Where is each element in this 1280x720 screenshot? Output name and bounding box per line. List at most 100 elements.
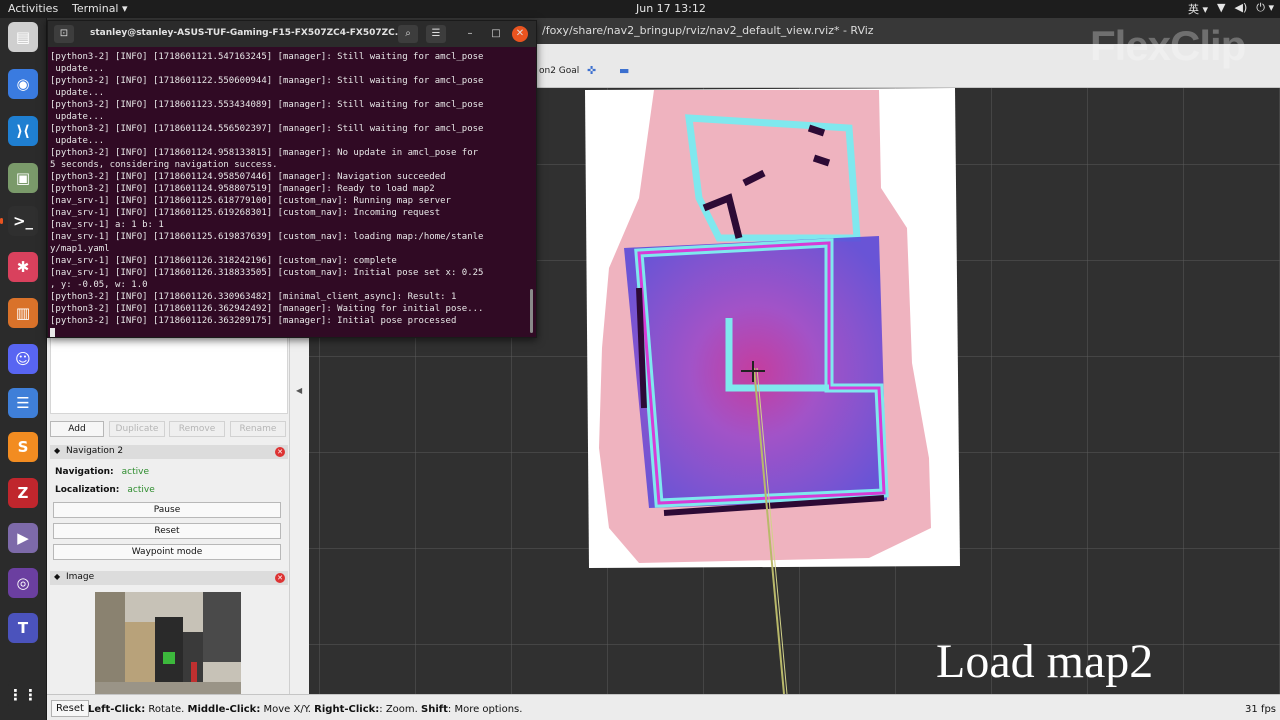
vscode-icon[interactable]: ⟩⟨ (8, 116, 38, 146)
presentation-icon[interactable]: ▥ (8, 298, 38, 328)
terminal-line: [python3-2] [INFO] [1718601124.556502397… (50, 124, 484, 134)
add-button[interactable]: Add (50, 421, 104, 437)
navigation-status: Navigation: active (55, 467, 149, 477)
terminal-line: [python3-2] [INFO] [1718601124.958807519… (50, 184, 435, 194)
rviz-window-title: /foxy/share/nav2_bringup/rviz/nav2_defau… (542, 24, 874, 37)
hint-shift-key: Shift (421, 704, 448, 715)
rviz-statusbar: Reset Left-Click: Rotate. Middle-Click: … (47, 694, 1280, 720)
fps-counter: 31 fps (1245, 704, 1276, 715)
terminal-line: [nav_srv-1] [INFO] [1718601126.318833505… (50, 268, 484, 278)
hint-middle-key: Middle-Click: (187, 704, 261, 715)
terminal-line: [python3-2] [INFO] [1718601126.363289175… (50, 316, 457, 326)
terminal-line: [python3-2] [INFO] [1718601126.362942492… (50, 304, 484, 314)
mouse-hint: Left-Click: Rotate. Middle-Click: Move X… (88, 704, 522, 715)
terminal-line: [python3-2] [INFO] [1718601124.958133815… (50, 148, 479, 158)
terminal-line: [python3-2] [INFO] [1718601121.547163245… (50, 52, 484, 62)
toolbar-more-icon[interactable]: ▬ (619, 64, 629, 77)
app-menu[interactable]: Terminal ▾ (72, 2, 128, 15)
text-editor-icon[interactable]: ☰ (8, 388, 38, 418)
sublime-icon[interactable]: S (8, 432, 38, 462)
terminal-title: stanley@stanley-ASUS-TUF-Gaming-F15-FX50… (90, 28, 406, 38)
splitter-arrow-icon[interactable]: ◀ (296, 386, 302, 395)
video-caption: Load map2 (936, 635, 1154, 688)
nav2-goal-tool[interactable]: on2 Goal (539, 66, 579, 76)
terminal-line: [python3-2] [INFO] [1718601122.550600944… (50, 76, 484, 86)
terminal-line: 5 seconds, considering navigation succes… (50, 160, 278, 170)
top-bar: Activities Terminal ▾ Jun 17 13:12 英 ▾ ▼… (0, 0, 1280, 18)
image-panel-header: ◆ Image ✕ (50, 571, 288, 585)
terminal-line: y/map1.yaml (50, 244, 110, 254)
terminal-window[interactable]: ⊡ stanley@stanley-ASUS-TUF-Gaming-F15-FX… (47, 20, 537, 338)
volume-icon[interactable]: ◀) (1235, 1, 1248, 17)
system-tray[interactable]: 英 ▾ ▼ ◀) ⏻ ▾ (1188, 1, 1274, 17)
github-icon[interactable]: ◎ (8, 568, 38, 598)
power-icon[interactable]: ⏻ ▾ (1256, 1, 1274, 17)
teams-icon[interactable]: T (8, 613, 38, 643)
duplicate-button[interactable]: Duplicate (109, 421, 165, 437)
navigation2-panel-title: Navigation 2 (66, 446, 124, 456)
close-icon[interactable]: ✕ (512, 26, 528, 42)
camera-image (95, 592, 241, 694)
panel-collapse-icon[interactable]: ◆ (54, 572, 60, 581)
hint-right-text: : Zoom. (379, 704, 422, 715)
search-icon[interactable]: ⌕ (398, 25, 418, 43)
filezilla-icon[interactable]: Z (8, 478, 38, 508)
apps-grid-icon[interactable]: ⋮⋮ (8, 680, 38, 710)
slack-icon[interactable]: ✱ (8, 252, 38, 282)
files-icon[interactable]: ▤ (8, 22, 38, 52)
hint-middle-text: Move X/Y. (260, 704, 315, 715)
video-icon[interactable]: ▶ (8, 523, 38, 553)
publish-point-icon[interactable]: ✜ (587, 64, 596, 77)
terminal-line: [python3-2] [INFO] [1718601123.553434089… (50, 100, 484, 110)
terminal-scrollbar[interactable] (530, 289, 533, 333)
panel-collapse-icon[interactable]: ◆ (54, 446, 60, 455)
close-icon[interactable]: ✕ (275, 573, 285, 583)
discord-icon[interactable]: ☺ (8, 344, 38, 374)
terminal-line: , y: -0.05, w: 1.0 (50, 280, 148, 290)
clock[interactable]: Jun 17 13:12 (636, 2, 706, 15)
new-tab-icon[interactable]: ⊡ (54, 25, 74, 43)
navigation2-panel-header: ◆ Navigation 2 ✕ (50, 445, 288, 459)
terminal-line: [nav_srv-1] a: 1 b: 1 (50, 220, 164, 230)
terminal-line: [nav_srv-1] [INFO] [1718601125.619837639… (50, 232, 484, 242)
terminal-line: update... (50, 136, 105, 146)
terminal-line: [nav_srv-1] [INFO] [1718601126.318242196… (50, 256, 397, 266)
terminal-line: update... (50, 64, 105, 74)
hint-left-text: Rotate. (145, 704, 188, 715)
terminal-line: [nav_srv-1] [INFO] [1718601125.619268301… (50, 208, 441, 218)
activities-button[interactable]: Activities (8, 2, 58, 15)
terminal-line: [nav_srv-1] [INFO] [1718601125.618779100… (50, 196, 451, 206)
status-reset-button[interactable]: Reset (51, 700, 89, 717)
terminal-line: update... (50, 112, 105, 122)
flexclip-watermark: FlexClip (1090, 22, 1246, 69)
terminal-line: [python3-2] [INFO] [1718601124.958507446… (50, 172, 446, 182)
terminal-cursor (50, 328, 55, 337)
dock: ▤ ◉ ⟩⟨ ▣ >_ ✱ ▥ ☺ ☰ S Z ▶ ◎ T ⋮⋮ (0, 18, 47, 720)
network-icon[interactable]: ▼ (1217, 1, 1225, 17)
chrome-icon[interactable]: ◉ (8, 69, 38, 99)
rename-button[interactable]: Rename (230, 421, 286, 437)
menu-icon[interactable]: ☰ (426, 25, 446, 43)
minimize-icon[interactable]: – (460, 25, 480, 43)
terminal-titlebar[interactable]: ⊡ stanley@stanley-ASUS-TUF-Gaming-F15-FX… (48, 21, 536, 47)
installer-icon[interactable]: ▣ (8, 163, 38, 193)
navigation-label: Navigation: (55, 467, 114, 477)
hint-left-key: Left-Click: (88, 704, 146, 715)
terminal-icon[interactable]: >_ (8, 206, 38, 236)
input-method-icon[interactable]: 英 ▾ (1188, 1, 1208, 17)
terminal-line: [python3-2] [INFO] [1718601126.330963482… (50, 292, 457, 302)
terminal-line: update... (50, 88, 105, 98)
localization-value: active (127, 485, 155, 495)
reset-button[interactable]: Reset (53, 523, 281, 539)
terminal-output[interactable]: [python3-2] [INFO] [1718601121.547163245… (48, 47, 536, 337)
pause-button[interactable]: Pause (53, 502, 281, 518)
localization-status: Localization: active (55, 485, 155, 495)
hint-shift-text: : More options. (447, 704, 523, 715)
waypoint-mode-button[interactable]: Waypoint mode (53, 544, 281, 560)
displays-list[interactable] (50, 336, 288, 414)
localization-label: Localization: (55, 485, 120, 495)
maximize-icon[interactable]: □ (486, 25, 506, 43)
remove-button[interactable]: Remove (169, 421, 225, 437)
close-icon[interactable]: ✕ (275, 447, 285, 457)
active-app-indicator (0, 218, 3, 224)
